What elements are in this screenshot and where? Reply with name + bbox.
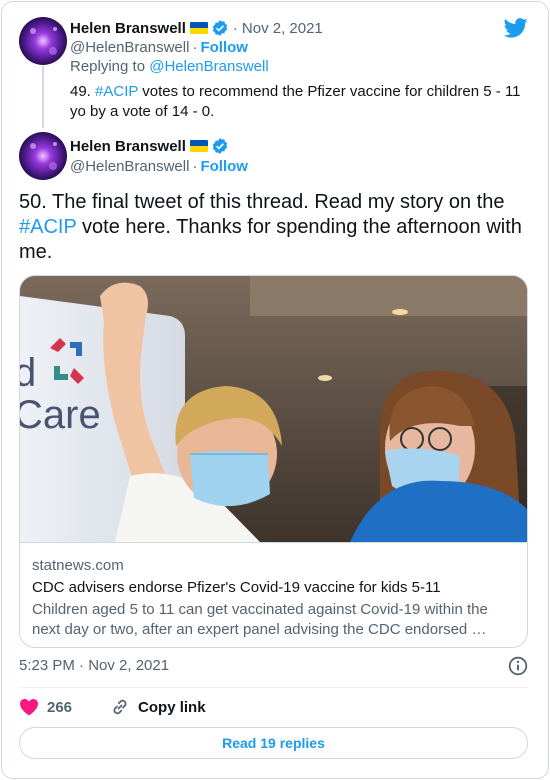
- divider: [19, 687, 528, 688]
- avatar-image: [19, 132, 67, 180]
- twitter-bird-icon[interactable]: [503, 18, 528, 43]
- svg-text:d: d: [20, 351, 36, 395]
- verified-badge-icon: [211, 19, 229, 37]
- hashtag-link[interactable]: #ACIP: [19, 216, 76, 238]
- card-text: statnews.com CDC advisers endorse Pfizer…: [20, 542, 527, 647]
- handle-line: @HelenBranswell · Follow: [70, 39, 248, 56]
- author-handle[interactable]: @HelenBranswell: [70, 158, 189, 175]
- replying-prefix: Replying to: [70, 58, 150, 75]
- copy-link-label: Copy link: [138, 698, 206, 716]
- follow-button[interactable]: Follow: [200, 39, 248, 56]
- avatar-image: [19, 17, 67, 65]
- heart-icon: [19, 698, 39, 716]
- author-line: Helen Branswell: [70, 137, 229, 155]
- verified-badge-icon: [211, 137, 229, 155]
- hashtag-link[interactable]: #ACIP: [95, 83, 138, 100]
- thread-connector: [42, 66, 44, 128]
- tweet-date[interactable]: Nov 2, 2021: [242, 20, 323, 37]
- separator-dot: ·: [232, 19, 238, 37]
- handle-line: @HelenBranswell · Follow: [70, 158, 248, 175]
- like-count: 266: [47, 698, 73, 716]
- like-button[interactable]: 266: [19, 698, 72, 716]
- separator-dot: ·: [192, 158, 198, 175]
- info-icon[interactable]: [508, 656, 528, 681]
- link-preview-card[interactable]: d Care statnews.com CDC advisers endorse…: [19, 275, 528, 648]
- link-icon: [110, 697, 130, 717]
- svg-text:Care: Care: [20, 393, 101, 437]
- read-replies-button[interactable]: Read 19 replies: [19, 727, 528, 759]
- author-handle[interactable]: @HelenBranswell: [70, 39, 189, 56]
- author-name[interactable]: Helen Branswell: [70, 20, 186, 37]
- replying-to-handle[interactable]: @HelenBranswell: [149, 58, 268, 75]
- tweet-text-suffix: vote here. Thanks for spending the after…: [19, 216, 522, 263]
- article-photo: d Care: [20, 276, 527, 542]
- ukraine-flag-icon: [189, 140, 208, 152]
- tweet-text: 49. #ACIP votes to recommend the Pfizer …: [70, 82, 530, 122]
- author-line: Helen Branswell · Nov 2, 2021: [70, 19, 323, 37]
- main-tweet-text: 50. The final tweet of this thread. Read…: [19, 190, 529, 265]
- tweet-text-suffix: votes to recommend the Pfizer vaccine fo…: [70, 83, 521, 120]
- tweet-text-prefix: 50. The final tweet of this thread. Read…: [19, 191, 505, 213]
- action-bar: 266 Copy link: [19, 696, 244, 718]
- avatar[interactable]: [19, 17, 67, 65]
- follow-button[interactable]: Follow: [200, 158, 248, 175]
- replying-to: Replying to @HelenBranswell: [70, 58, 269, 75]
- ukraine-flag-icon: [189, 22, 208, 34]
- card-domain: statnews.com: [32, 557, 124, 574]
- author-name[interactable]: Helen Branswell: [70, 138, 186, 155]
- tweet-text-prefix: 49.: [70, 83, 96, 100]
- avatar[interactable]: [19, 132, 67, 180]
- separator-dot: ·: [192, 39, 198, 56]
- card-title: CDC advisers endorse Pfizer's Covid-19 v…: [32, 579, 441, 596]
- card-description: Children aged 5 to 11 can get vaccinated…: [32, 601, 488, 638]
- tweet-timestamp[interactable]: 5:23 PM · Nov 2, 2021: [19, 657, 169, 674]
- copy-link-button[interactable]: Copy link: [110, 697, 206, 717]
